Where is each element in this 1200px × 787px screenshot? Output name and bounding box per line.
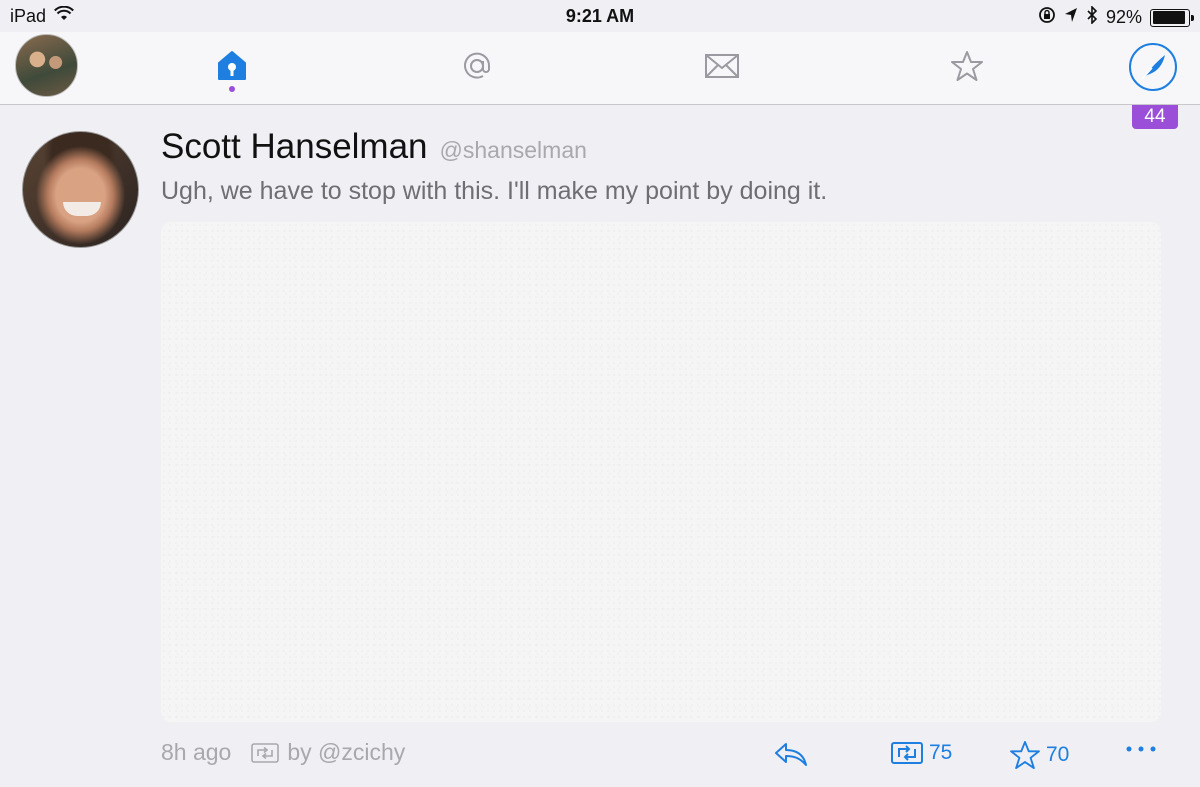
status-right: 92% [1038, 5, 1194, 29]
retweeted-by[interactable]: by @zcichy [251, 739, 405, 766]
account-avatar[interactable] [15, 34, 78, 97]
more-button[interactable] [1125, 745, 1157, 753]
battery-level [1152, 11, 1185, 24]
retweet-button[interactable]: 75 [891, 741, 952, 765]
battery-icon [1150, 8, 1194, 27]
favorite-button[interactable]: 70 [1010, 741, 1069, 769]
quill-icon [1141, 55, 1165, 80]
tweet-time[interactable]: 8h ago [161, 739, 231, 766]
battery-percent: 92% [1105, 7, 1142, 27]
mail-icon [705, 54, 739, 78]
bluetooth-icon [1086, 5, 1098, 29]
author-handle[interactable]: @shanselman [440, 137, 587, 164]
tweet-meta: 8h ago by @zcichy [161, 739, 405, 766]
selected-tab-indicator [229, 86, 235, 92]
tab-home[interactable] [212, 46, 252, 86]
reply-button[interactable] [774, 741, 808, 767]
status-time: 9:21 AM [565, 6, 635, 26]
author-avatar[interactable] [22, 131, 139, 248]
star-icon [951, 51, 983, 81]
compose-button[interactable] [1129, 43, 1177, 91]
unread-count-badge: 44 [1132, 105, 1178, 129]
at-icon [464, 52, 491, 79]
avatar-smile [63, 202, 101, 216]
tab-mentions[interactable] [457, 46, 497, 86]
tab-bar [0, 32, 1200, 105]
retweet-count: 75 [929, 741, 953, 764]
retweet-small-icon [251, 742, 280, 763]
tweet-media-image[interactable] [161, 222, 1161, 722]
favorite-count: 70 [1046, 743, 1070, 766]
author-name[interactable]: Scott Hanselman [161, 127, 428, 167]
tab-favorites[interactable] [947, 46, 987, 86]
home-icon [218, 51, 246, 80]
tweet-text: Ugh, we have to stop with this. I'll mak… [161, 177, 828, 205]
tab-messages[interactable] [702, 46, 742, 86]
author-line: Scott Hanselman @shanselman [161, 127, 587, 167]
retweeted-by-label: by @zcichy [287, 739, 406, 765]
retweet-icon [891, 742, 923, 764]
favorite-star-icon [1010, 741, 1040, 769]
status-bar: iPad 9:21 AM 92% [0, 0, 1200, 32]
more-icon [1126, 746, 1156, 752]
reply-icon [775, 743, 807, 766]
location-icon [1064, 7, 1078, 28]
rotation-lock-icon [1038, 6, 1056, 29]
